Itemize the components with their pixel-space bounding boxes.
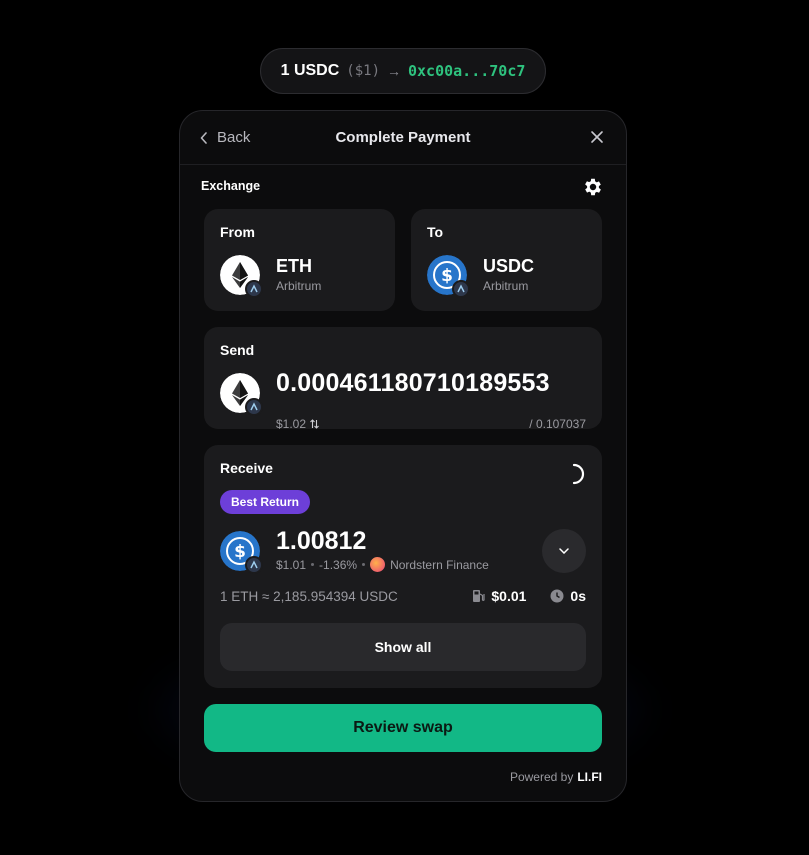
payment-amount: 1 USDC [280,62,340,79]
recipient-address: 0xc00a...70c7 [408,62,526,80]
send-usd-label: $1.02 [276,417,307,431]
receive-amount: 1.00812 [276,527,367,555]
receive-label: Receive [220,460,273,476]
review-swap-button[interactable]: Review swap [204,704,602,752]
powered-by-label: Powered by [509,770,574,784]
exchange-label: Exchange [201,179,261,193]
clock-icon [550,589,564,603]
arrow-right-icon: → [387,63,401,79]
chevron-down-icon [559,548,569,554]
swap-widget: Back Complete Payment Exchange From ETH … [179,110,627,802]
payment-usd: ($1) [346,63,380,79]
receive-usd: $1.01 [276,557,307,572]
provider-icon [370,557,386,572]
to-token-selector[interactable]: To $ USDC Arbitrum [411,209,602,311]
usdc-token-icon: $ [220,531,263,574]
receive-panel: Receive Best Return $ 1.00812 $1.01 -1.3… [204,445,602,688]
to-token-chain: Arbitrum [483,279,529,293]
svg-text:$: $ [234,542,246,562]
to-label: To [427,224,444,240]
arbitrum-chain-icon [245,556,263,574]
loading-spinner-icon [572,463,585,485]
from-token-symbol: ETH [276,256,312,276]
eth-token-icon [220,255,263,298]
send-usd-value: $1.02 [276,417,319,431]
from-token-selector[interactable]: From ETH Arbitrum [204,209,395,311]
arbitrum-chain-icon [245,398,263,416]
eth-token-icon [220,373,263,416]
from-label: From [220,224,255,240]
separator-dot [311,563,315,566]
back-label: Back [217,129,251,146]
gas-pump-icon [473,590,485,602]
svg-text:$: $ [441,266,453,286]
payment-summary-pill: 1 USDC ($1) → 0xc00a...70c7 [260,48,546,94]
to-token-symbol: USDC [483,256,535,276]
arbitrum-chain-icon [245,280,263,298]
show-all-routes-button[interactable]: Show all [220,623,586,671]
gas-cost: $0.01 [491,588,527,604]
send-panel: Send 0.000461180710189553 $1.02 / 0.1070… [204,327,602,431]
close-icon[interactable] [590,130,604,144]
receive-meta: $1.01 -1.36% Nordstern Finance [276,557,489,572]
powered-by[interactable]: Powered by LI.FI [510,770,602,784]
usdc-token-icon: $ [427,255,470,298]
price-impact: -1.36% [319,557,358,572]
separator-dot [362,563,366,566]
page-title: Complete Payment [335,129,471,146]
estimated-time: 0s [570,588,586,604]
expand-route-button[interactable] [542,529,586,573]
send-label: Send [220,342,255,358]
arbitrum-chain-icon [452,280,470,298]
exchange-rate: 1 ETH ≈ 2,185.954394 USDC [220,589,398,604]
swap-units-icon[interactable] [310,419,319,429]
back-button[interactable]: Back [200,129,250,146]
lifi-brand: LI.FI [577,770,602,784]
from-token-chain: Arbitrum [276,279,322,293]
send-amount-input[interactable]: 0.000461180710189553 [276,369,550,398]
provider-name: Nordstern Finance [390,557,489,572]
send-balance: / 0.107037 [529,417,586,431]
best-return-badge: Best Return [220,490,311,514]
widget-header: Back Complete Payment [180,111,626,165]
chevron-left-icon [200,131,207,144]
fee-summary: $0.01 0s [472,588,586,604]
gear-icon[interactable] [582,176,604,198]
